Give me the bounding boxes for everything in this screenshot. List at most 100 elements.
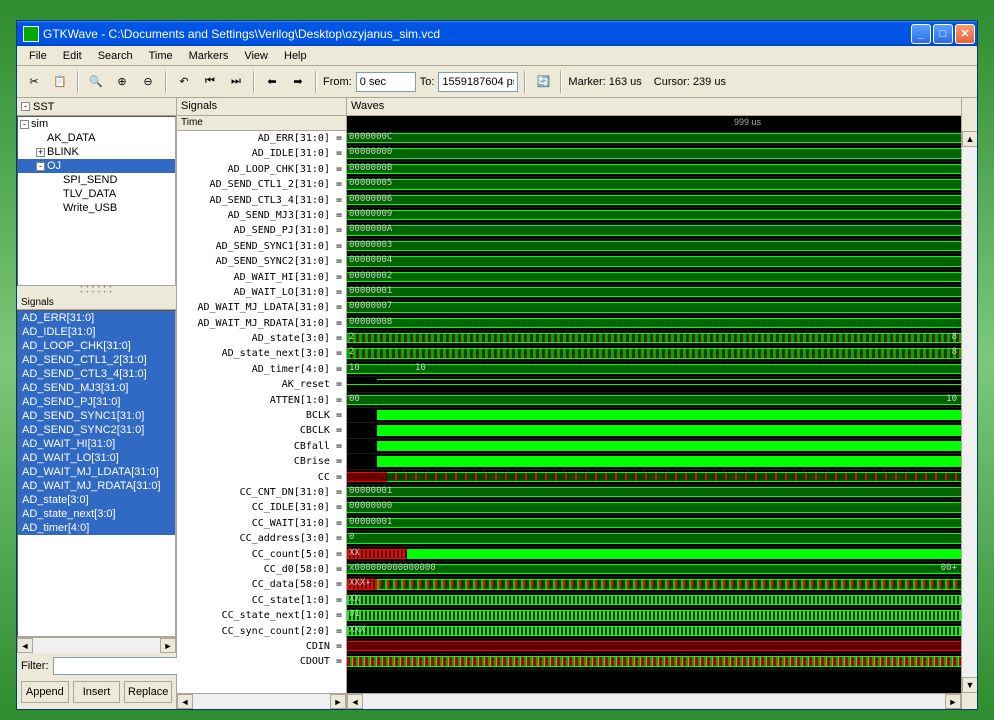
wave-row[interactable] xyxy=(347,654,961,669)
signal-name-row[interactable]: AD_SEND_SYNC2[31:0] = xyxy=(177,254,346,269)
zoom-in-icon[interactable]: ⊕ xyxy=(111,71,133,93)
wave-scrollbar-h[interactable]: ◄► xyxy=(347,693,961,709)
wave-row[interactable]: 00000000 xyxy=(347,146,961,161)
signal-name-row[interactable]: CC_count[5:0] = xyxy=(177,547,346,562)
signals-list[interactable]: AD_ERR[31:0]AD_IDLE[31:0]AD_LOOP_CHK[31:… xyxy=(17,310,176,637)
signal-name-row[interactable]: CC_state[1:0] = xyxy=(177,593,346,608)
wave-row[interactable]: 0 xyxy=(347,531,961,546)
wave-display[interactable]: 0000000C000000000000000B0000000500000006… xyxy=(347,131,961,693)
hierarchy-tree[interactable]: -simAK_DATA+BLINK-OJSPI_SENDTLV_DATAWrit… xyxy=(17,116,176,286)
signal-name-row[interactable]: CDIN = xyxy=(177,639,346,654)
wave-row[interactable]: XX xyxy=(347,547,961,562)
list-item[interactable]: AD_LOOP_CHK[31:0] xyxy=(18,339,175,353)
wave-row[interactable]: 00000008 xyxy=(347,316,961,331)
signal-name-row[interactable]: CC_WAIT[31:0] = xyxy=(177,516,346,531)
minimize-button[interactable]: _ xyxy=(911,24,931,44)
wave-row[interactable]: 1010 xyxy=(347,362,961,377)
signames-scrollbar[interactable]: ◄► xyxy=(177,693,346,709)
menu-view[interactable]: View xyxy=(236,48,276,64)
reload-icon[interactable]: 🔄 xyxy=(532,71,554,93)
list-item[interactable]: AD_SEND_SYNC1[31:0] xyxy=(18,409,175,423)
wave-row[interactable]: XXX+ xyxy=(347,577,961,592)
list-item[interactable]: AD_state[3:0] xyxy=(18,493,175,507)
close-button[interactable]: ✕ xyxy=(955,24,975,44)
wave-row[interactable] xyxy=(347,408,961,423)
signal-name-row[interactable]: AD_SEND_CTL3_4[31:0] = xyxy=(177,193,346,208)
wave-row[interactable]: 01 xyxy=(347,608,961,623)
signal-name-row[interactable]: AD_SEND_PJ[31:0] = xyxy=(177,223,346,238)
zoom-fit-icon[interactable]: 🔍 xyxy=(85,71,107,93)
wave-row[interactable] xyxy=(347,423,961,438)
list-item[interactable]: AD_SEND_MJ3[31:0] xyxy=(18,381,175,395)
prev-icon[interactable]: ⬅ xyxy=(261,71,283,93)
wave-row[interactable] xyxy=(347,377,961,392)
list-item[interactable]: AD_WAIT_MJ_RDATA[31:0] xyxy=(18,479,175,493)
wave-row[interactable]: XX xyxy=(347,593,961,608)
list-item[interactable]: AD_SEND_PJ[31:0] xyxy=(18,395,175,409)
wave-row[interactable] xyxy=(347,470,961,485)
signal-name-row[interactable]: AD_WAIT_LO[31:0] = xyxy=(177,285,346,300)
wave-row[interactable]: 0000000B xyxy=(347,162,961,177)
tree-item[interactable]: Write_USB xyxy=(18,201,175,215)
menu-search[interactable]: Search xyxy=(90,48,141,64)
wave-row[interactable] xyxy=(347,639,961,654)
wave-row[interactable]: 00000006 xyxy=(347,193,961,208)
list-item[interactable]: AD_state_next[3:0] xyxy=(18,507,175,521)
replace-button[interactable]: Replace xyxy=(124,681,172,703)
signal-name-row[interactable]: CDOUT = xyxy=(177,654,346,669)
wave-row[interactable]: 00000001 xyxy=(347,516,961,531)
wave-row[interactable]: 0000000A xyxy=(347,223,961,238)
signal-name-row[interactable]: CBrise = xyxy=(177,454,346,469)
signal-name-row[interactable]: AD_ERR[31:0] = xyxy=(177,131,346,146)
wave-row[interactable]: 00000004 xyxy=(347,254,961,269)
go-end-icon[interactable]: ⏭ xyxy=(225,71,247,93)
append-button[interactable]: Append xyxy=(21,681,69,703)
menu-time[interactable]: Time xyxy=(141,48,181,64)
titlebar[interactable]: GTKWave - C:\Documents and Settings\Veri… xyxy=(17,21,977,46)
signal-name-row[interactable]: AD_SEND_MJ3[31:0] = xyxy=(177,208,346,223)
signal-name-row[interactable]: AK_reset = xyxy=(177,377,346,392)
signal-name-row[interactable]: AD_IDLE[31:0] = xyxy=(177,146,346,161)
signal-name-row[interactable]: AD_WAIT_MJ_LDATA[31:0] = xyxy=(177,300,346,315)
signal-names[interactable]: AD_ERR[31:0] =AD_IDLE[31:0] =AD_LOOP_CHK… xyxy=(177,131,346,693)
wave-row[interactable] xyxy=(347,454,961,469)
insert-button[interactable]: Insert xyxy=(73,681,121,703)
tree-item[interactable]: -sim xyxy=(18,117,175,131)
zoom-out-icon[interactable]: ⊖ xyxy=(137,71,159,93)
signal-name-row[interactable]: ATTEN[1:0] = xyxy=(177,393,346,408)
menu-file[interactable]: File xyxy=(21,48,55,64)
wave-row[interactable]: 00000001 xyxy=(347,485,961,500)
wave-row[interactable]: 0000000C xyxy=(347,131,961,146)
signal-name-row[interactable]: AD_state[3:0] = xyxy=(177,331,346,346)
signal-name-row[interactable]: CC_d0[58:0] = xyxy=(177,562,346,577)
list-item[interactable]: AD_SEND_CTL1_2[31:0] xyxy=(18,353,175,367)
from-input[interactable] xyxy=(356,72,416,92)
wave-row[interactable]: 00000001 xyxy=(347,285,961,300)
signal-name-row[interactable]: AD_state_next[3:0] = xyxy=(177,346,346,361)
next-icon[interactable]: ➡ xyxy=(287,71,309,93)
list-item[interactable]: AD_SEND_CTL3_4[31:0] xyxy=(18,367,175,381)
signal-name-row[interactable]: AD_WAIT_HI[31:0] = xyxy=(177,270,346,285)
signal-name-row[interactable]: CC_data[58:0] = xyxy=(177,577,346,592)
signal-name-row[interactable]: CC_state_next[1:0] = xyxy=(177,608,346,623)
list-item[interactable]: AD_ERR[31:0] xyxy=(18,311,175,325)
signal-name-row[interactable]: AD_SEND_CTL1_2[31:0] = xyxy=(177,177,346,192)
signal-name-row[interactable]: AD_SEND_SYNC1[31:0] = xyxy=(177,239,346,254)
tree-item[interactable]: AK_DATA xyxy=(18,131,175,145)
tree-item[interactable]: SPI_SEND xyxy=(18,173,175,187)
wave-row[interactable]: XXX xyxy=(347,624,961,639)
siglist-scrollbar[interactable]: ◄► xyxy=(17,637,176,653)
tree-item[interactable]: +BLINK xyxy=(18,145,175,159)
list-item[interactable]: AD_timer[4:0] xyxy=(18,521,175,535)
wave-row[interactable]: 0010 xyxy=(347,393,961,408)
signal-name-row[interactable]: AD_WAIT_MJ_RDATA[31:0] = xyxy=(177,316,346,331)
list-item[interactable]: AD_SEND_SYNC2[31:0] xyxy=(18,423,175,437)
wave-row[interactable]: 00000003 xyxy=(347,239,961,254)
wave-row[interactable]: 00000005 xyxy=(347,177,961,192)
list-item[interactable]: AD_IDLE[31:0] xyxy=(18,325,175,339)
signal-name-row[interactable]: CC = xyxy=(177,470,346,485)
signal-name-row[interactable]: AD_timer[4:0] = xyxy=(177,362,346,377)
tree-item[interactable]: -OJ xyxy=(18,159,175,173)
signal-name-row[interactable]: CBCLK = xyxy=(177,423,346,438)
wave-row[interactable]: 00000002 xyxy=(347,270,961,285)
